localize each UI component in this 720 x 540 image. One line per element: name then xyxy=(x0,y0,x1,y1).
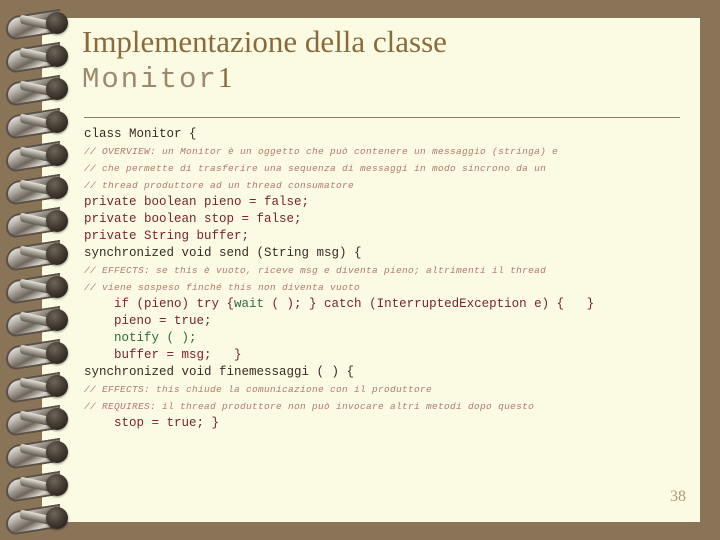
code-line: notify ( ); xyxy=(84,331,197,345)
code-line: synchronized void send (String msg) { xyxy=(84,246,362,260)
code-line: stop = true; } xyxy=(84,416,220,430)
page-title-main: Implementazione della classe xyxy=(82,24,447,59)
page-title-mono-text: Monitor xyxy=(82,63,218,96)
code-line: buffer = msg; } xyxy=(84,348,242,362)
slide-canvas: Implementazione della classe Monitor1 cl… xyxy=(0,0,720,540)
code-comment-line: // viene sospeso finché this non diventa… xyxy=(84,282,361,293)
code-line: private String buffer; xyxy=(84,229,250,243)
code-comment-line: // thread produttore ad un thread consum… xyxy=(84,180,355,191)
code-comment-line: // EFFECTS: this chiude la comunicazione… xyxy=(84,384,433,395)
code-comment-line: // OVERVIEW: un Monitor è un oggetto che… xyxy=(84,146,559,157)
page-title-number: 1 xyxy=(217,62,233,94)
code-line: if (pieno) try {wait ( ); } catch (Inter… xyxy=(84,297,595,311)
slide-page-number: 38 xyxy=(670,488,686,505)
page-title-mono: Monitor1 xyxy=(82,60,682,98)
page-title: Implementazione della classe Monitor1 xyxy=(82,24,682,98)
code-comment-line: // che permette di trasferire una sequen… xyxy=(84,163,547,174)
title-divider xyxy=(84,117,680,118)
code-line: class Monitor { xyxy=(84,127,197,141)
code-comment-line: // REQUIRES: il thread produttore non pu… xyxy=(84,401,535,412)
code-comment-line: // EFFECTS: se this è vuoto, riceve msg … xyxy=(84,265,547,276)
code-line: private boolean stop = false; xyxy=(84,212,302,226)
code-line: pieno = true; xyxy=(84,314,212,328)
code-listing: class Monitor { // OVERVIEW: un Monitor è… xyxy=(84,126,684,432)
code-line: private boolean pieno = false; xyxy=(84,195,310,209)
code-line: synchronized void finemessaggi ( ) { xyxy=(84,365,355,379)
